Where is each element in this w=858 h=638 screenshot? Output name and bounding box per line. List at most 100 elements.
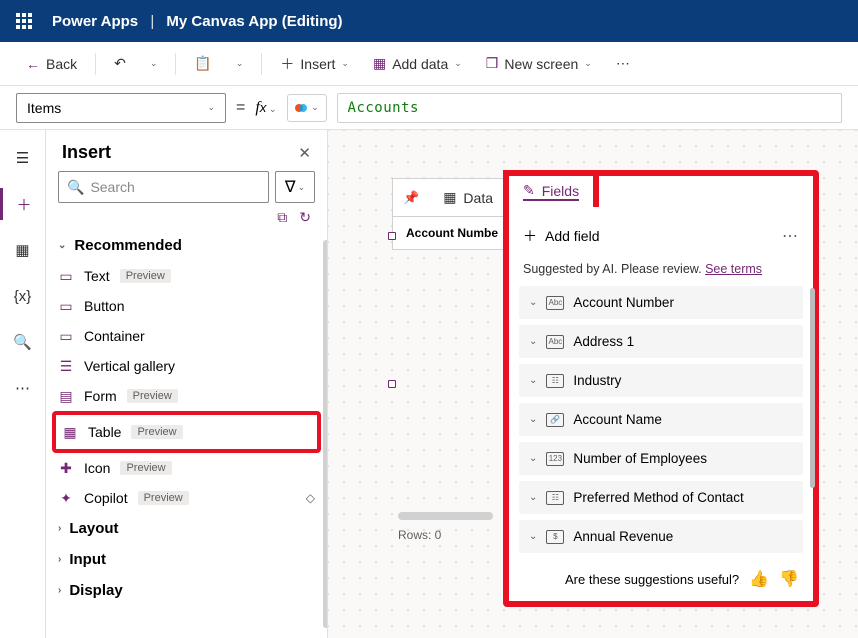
search-icon: 🔍 [13, 333, 32, 351]
paste-split[interactable]: ⌄ [226, 52, 254, 75]
plus-icon: ＋ [16, 194, 31, 215]
plus-icon: ＋ [280, 54, 294, 74]
undo-icon: ↶ [114, 55, 126, 72]
grid-icon: ▦ [15, 241, 29, 259]
braces-icon: {x} [14, 288, 32, 305]
number-type-icon: 123 [546, 452, 564, 466]
highlight-table-item: ▦TablePreview [52, 411, 321, 453]
rows-count: Rows: 0 [398, 528, 441, 542]
horizontal-scrollbar[interactable] [398, 512, 493, 520]
section-layout[interactable]: ›Layout [52, 513, 321, 544]
thumbs-up-button[interactable]: 👍 [749, 569, 769, 589]
thumbs-down-button[interactable]: 👎 [779, 569, 799, 589]
field-item[interactable]: ⌄AbcAccount Number [519, 286, 803, 319]
more-icon: ⋯ [616, 55, 630, 72]
table-property-tabs: 📌 ▦Data [392, 178, 508, 216]
insert-item-text[interactable]: ▭TextPreview [52, 261, 321, 291]
doc-name: My Canvas App (Editing) [166, 13, 342, 30]
plus-icon: ＋ [523, 226, 537, 246]
lookup-type-icon: 🔗 [546, 413, 564, 427]
refresh-button[interactable]: ↻ [299, 209, 311, 226]
arrow-left-icon: ← [26, 56, 40, 72]
container-icon: ▭ [58, 328, 74, 344]
copilot-icon [294, 101, 308, 115]
edit-icon: ✎ [523, 182, 535, 199]
fx-label: fx ⌄ [255, 99, 276, 117]
clipboard-icon: 📋 [194, 55, 211, 72]
property-dropdown[interactable]: Items ⌄ [16, 93, 226, 123]
new-screen-button[interactable]: ❒ New screen ⌄ [476, 49, 602, 78]
pane-title: Insert [62, 142, 111, 163]
section-recommended[interactable]: ⌄Recommended [52, 230, 321, 261]
formula-bar: Items ⌄ = fx ⌄ ⌄ [0, 86, 858, 130]
filter-button[interactable]: ∇⌄ [275, 171, 315, 203]
refresh-icon: ↻ [299, 209, 311, 225]
insert-item-container[interactable]: ▭Container [52, 321, 321, 351]
see-terms-link[interactable]: See terms [705, 262, 762, 276]
insert-tree: ⌄Recommended ▭TextPreview ▭Button ▭Conta… [46, 230, 327, 638]
search-icon: 🔍 [67, 179, 84, 196]
insert-item-form[interactable]: ▤FormPreview [52, 381, 321, 411]
insert-item-icon[interactable]: ✚IconPreview [52, 453, 321, 483]
field-item[interactable]: ⌄AbcAddress 1 [519, 325, 803, 358]
search-input[interactable]: 🔍 Search [58, 171, 269, 203]
tree-view-rail[interactable]: ☰ [7, 142, 39, 174]
variables-rail[interactable]: {x} [7, 280, 39, 312]
canvas[interactable]: 📌 ▦Data Account Numbe Rows: 0 ✎ Fields ＋… [328, 130, 858, 638]
insert-item-vgallery[interactable]: ☰Vertical gallery [52, 351, 321, 381]
add-field-button[interactable]: ＋ Add field [523, 226, 599, 246]
text-icon: ▭ [58, 268, 74, 284]
field-item[interactable]: ⌄☷Industry [519, 364, 803, 397]
scrollbar[interactable] [810, 288, 815, 488]
field-item[interactable]: ⌄123Number of Employees [519, 442, 803, 475]
insert-item-button[interactable]: ▭Button [52, 291, 321, 321]
close-pane-button[interactable]: ✕ [298, 144, 311, 162]
text-type-icon: Abc [546, 335, 564, 349]
section-input[interactable]: ›Input [52, 544, 321, 575]
gallery-icon: ☰ [58, 358, 74, 374]
search-rail[interactable]: 🔍 [7, 326, 39, 358]
left-rail: ☰ ＋ ▦ {x} 🔍 ⋯ [0, 130, 46, 638]
table-icon: ▦ [62, 424, 78, 440]
insert-rail[interactable]: ＋ [8, 188, 40, 220]
copilot-fx-button[interactable]: ⌄ [287, 94, 327, 122]
app-launcher-icon[interactable] [10, 7, 38, 35]
tab-fields[interactable]: ✎ Fields [523, 182, 579, 201]
optionset-type-icon: ☷ [546, 374, 564, 388]
premium-icon: ◇ [306, 491, 315, 505]
selection-handle[interactable] [388, 380, 396, 388]
selection-handle[interactable] [388, 232, 396, 240]
form-icon: ▤ [58, 388, 74, 404]
command-bar: ← Back ↶ ⌄ 📋 ⌄ ＋ Insert ⌄ ▦ Add data ⌄ ❒… [0, 42, 858, 86]
undo-button[interactable]: ↶ [104, 49, 136, 78]
overflow-button[interactable]: ⋯ [606, 49, 640, 78]
get-components-button[interactable]: ⧉ [277, 209, 287, 226]
data-rail[interactable]: ▦ [7, 234, 39, 266]
back-button[interactable]: ← Back [16, 50, 87, 78]
insert-item-copilot[interactable]: ✦CopilotPreview◇ [52, 483, 321, 513]
insert-item-table[interactable]: ▦TablePreview [56, 417, 317, 447]
ai-disclaimer: Suggested by AI. Please review. See term… [509, 254, 813, 286]
insert-button[interactable]: ＋ Insert ⌄ [270, 48, 359, 80]
equals-label: = [236, 99, 245, 117]
field-item[interactable]: ⌄☷Preferred Method of Contact [519, 481, 803, 514]
field-more-button[interactable]: ⋯ [782, 226, 799, 246]
undo-split[interactable]: ⌄ [140, 52, 168, 75]
insert-pane: Insert ✕ 🔍 Search ∇⌄ ⧉ ↻ ⌄Recommended ▭T… [46, 130, 328, 638]
layers-icon: ☰ [16, 149, 29, 167]
add-data-button[interactable]: ▦ Add data ⌄ [363, 49, 472, 78]
pin-icon[interactable]: 📌 [393, 190, 429, 206]
field-item[interactable]: ⌄🔗Account Name [519, 403, 803, 436]
column-header[interactable]: Account Numbe [392, 216, 512, 250]
field-item[interactable]: ⌄$Annual Revenue [519, 520, 803, 553]
more-icon: ⋯ [15, 379, 30, 397]
formula-input[interactable] [337, 93, 842, 123]
text-type-icon: Abc [546, 296, 564, 310]
paste-button[interactable]: 📋 [184, 49, 221, 78]
section-display[interactable]: ›Display [52, 575, 321, 606]
tab-data[interactable]: ▦Data [429, 179, 507, 216]
filter-icon: ∇ [285, 177, 296, 197]
more-rail[interactable]: ⋯ [7, 372, 39, 404]
scrollbar[interactable] [323, 240, 327, 628]
data-icon: ▦ [373, 55, 386, 72]
